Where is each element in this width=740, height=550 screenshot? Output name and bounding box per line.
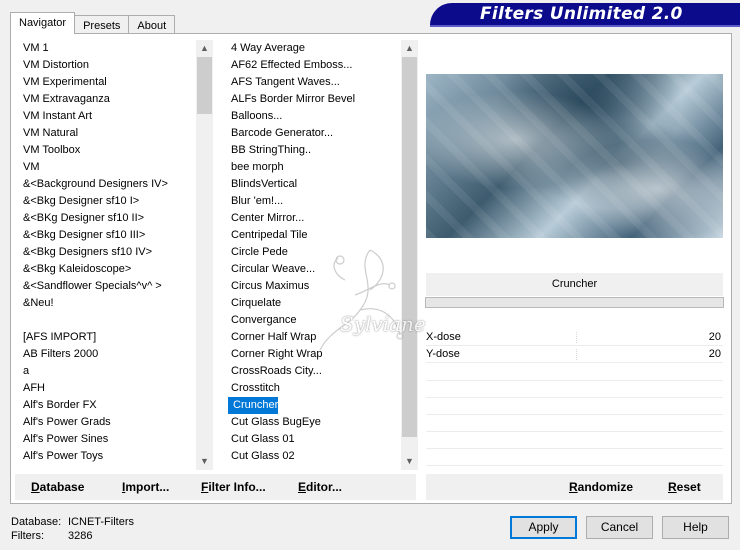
filter-list-item[interactable]: Balloons... (226, 108, 401, 125)
scroll-up-icon[interactable]: ▲ (196, 40, 213, 57)
scroll-up-icon[interactable]: ▲ (401, 40, 418, 57)
category-list-items: VM 1 VM Distortion VM Experimental VM Extra… (18, 40, 196, 465)
category-list-item[interactable]: VM Extravaganza (18, 91, 196, 108)
filters-count-label: Filters: (11, 530, 44, 542)
tab-presets[interactable]: Presets (74, 15, 130, 34)
param-row-y-dose[interactable]: Y-dose 20 (426, 346, 723, 363)
category-list[interactable]: VM 1 VM Distortion VM Experimental VM Extra… (18, 40, 213, 470)
param-divider-line (426, 448, 723, 449)
import-button[interactable]: Import... (122, 480, 169, 494)
category-list-item[interactable]: Alf's Power Grads (18, 414, 196, 431)
navigator-button-bar: Database Import... Filter Info... Editor… (15, 474, 416, 500)
filter-preview-image (426, 74, 723, 238)
parameter-area: X-dose 20 Y-dose 20 (426, 311, 723, 471)
filter-list-item[interactable]: Cut Glass 01 (226, 431, 401, 448)
param-value[interactable]: 20 (709, 329, 721, 346)
category-list-item[interactable]: &Neu! (18, 295, 196, 312)
filter-list-item[interactable]: Crosstitch (226, 380, 401, 397)
param-row-x-dose[interactable]: X-dose 20 (426, 329, 723, 346)
preview-button-bar: Randomize Reset (426, 474, 723, 500)
filter-title-bar: Cruncher (426, 273, 723, 296)
category-list-item[interactable]: &<Bkg Designers sf10 IV> (18, 244, 196, 261)
filter-list-item[interactable]: bee morph (226, 159, 401, 176)
apply-button[interactable]: Apply (510, 516, 577, 539)
category-list-item[interactable]: &<Sandflower Specials^v^ > (18, 278, 196, 295)
database-value: ICNET-Filters (68, 516, 134, 528)
filter-list-item[interactable]: BB StringThing.. (226, 142, 401, 159)
filter-list-item[interactable]: Center Mirror... (226, 210, 401, 227)
param-divider-line (426, 431, 723, 432)
app-title: Filters Unlimited 2.0 (480, 4, 683, 24)
watermark-text: Sylviane (340, 312, 426, 336)
param-divider-line (426, 380, 723, 381)
param-divider-line (426, 465, 723, 466)
filter-list-item[interactable]: Cut Glass BugEye (226, 414, 401, 431)
filter-list-item[interactable]: Cut Glass 02 (226, 448, 401, 465)
preview-texture (426, 74, 723, 238)
filter-list-item-selected[interactable]: Cruncher (228, 397, 278, 414)
scroll-down-icon[interactable]: ▼ (196, 453, 213, 470)
app-title-banner: Filters Unlimited 2.0 (430, 3, 740, 27)
filters-count-value: 3286 (68, 530, 93, 542)
editor-button[interactable]: Editor... (298, 480, 342, 494)
category-list-item[interactable]: AB Filters 2000 (18, 346, 196, 363)
category-list-item[interactable]: VM 1 (18, 40, 196, 57)
category-list-item[interactable]: Alf's Power Toys (18, 448, 196, 465)
category-list-item[interactable]: Alf's Power Sines (18, 431, 196, 448)
category-list-item[interactable]: &<BKg Designer sf10 II> (18, 210, 196, 227)
param-label: X-dose (426, 331, 461, 343)
cancel-button[interactable]: Cancel (586, 516, 653, 539)
filter-list-item[interactable]: AF62 Effected Emboss... (226, 57, 401, 74)
category-list-item[interactable]: &<Bkg Kaleidoscope> (18, 261, 196, 278)
param-label: Y-dose (426, 348, 460, 360)
tab-about[interactable]: About (128, 15, 176, 34)
filter-list-item[interactable]: 4 Way Average (226, 40, 401, 57)
category-scroll-thumb[interactable] (197, 57, 212, 114)
reset-button[interactable]: Reset (668, 480, 701, 494)
category-list-item[interactable]: Alf's Border FX (18, 397, 196, 414)
category-list-item[interactable]: &<Bkg Designer sf10 III> (18, 227, 196, 244)
category-list-item[interactable]: VM (18, 159, 196, 176)
category-list-item[interactable] (18, 312, 196, 329)
category-list-item[interactable]: VM Natural (18, 125, 196, 142)
category-list-item[interactable]: a (18, 363, 196, 380)
filter-list-item[interactable]: Barcode Generator... (226, 125, 401, 142)
filter-title: Cruncher (551, 278, 598, 290)
filter-list-item[interactable]: ALFs Border Mirror Bevel (226, 91, 401, 108)
category-list-item[interactable]: VM Experimental (18, 74, 196, 91)
database-button[interactable]: Database (31, 480, 84, 494)
param-divider (576, 332, 577, 343)
category-list-item[interactable]: &<Bkg Designer sf10 I> (18, 193, 196, 210)
param-divider-line (426, 414, 723, 415)
filter-list-item[interactable]: AFS Tangent Waves... (226, 74, 401, 91)
tab-navigator[interactable]: Navigator (10, 12, 76, 34)
param-divider (576, 349, 577, 360)
filter-list-item[interactable]: BlindsVertical (226, 176, 401, 193)
category-scrollbar[interactable]: ▲ ▼ (196, 40, 213, 470)
tab-strip: Navigator Presets About (10, 12, 176, 34)
category-list-item[interactable]: VM Instant Art (18, 108, 196, 125)
filter-list-item[interactable]: Blur 'em!... (226, 193, 401, 210)
category-list-item[interactable]: VM Toolbox (18, 142, 196, 159)
help-button[interactable]: Help (662, 516, 729, 539)
category-list-item[interactable]: VM Distortion (18, 57, 196, 74)
category-list-item[interactable]: [AFS IMPORT] (18, 329, 196, 346)
filter-info-button[interactable]: Filter Info... (201, 480, 266, 494)
progress-bar (425, 297, 724, 308)
category-list-item[interactable]: AFH (18, 380, 196, 397)
database-label: Database: (11, 516, 62, 528)
param-divider-line (426, 397, 723, 398)
scroll-down-icon[interactable]: ▼ (401, 453, 418, 470)
param-value[interactable]: 20 (709, 346, 721, 363)
category-list-item[interactable]: &<Background Designers IV> (18, 176, 196, 193)
randomize-button[interactable]: Randomize (569, 480, 633, 494)
